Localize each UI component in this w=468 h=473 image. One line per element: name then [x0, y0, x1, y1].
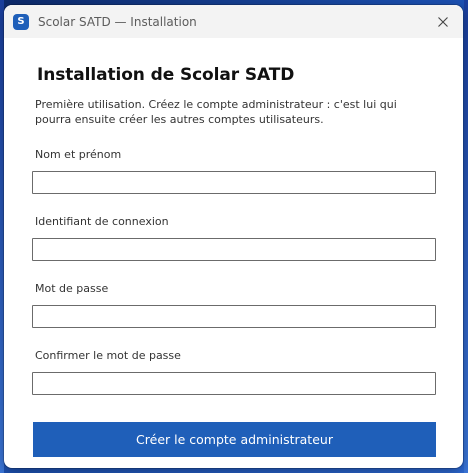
full-name-label: Nom et prénom — [35, 148, 122, 161]
full-name-input[interactable] — [32, 171, 436, 194]
login-id-label: Identifiant de connexion — [35, 215, 169, 228]
installation-window: S Scolar SATD — Installation Installatio… — [4, 5, 463, 468]
title-bar[interactable]: S Scolar SATD — Installation — [4, 5, 463, 38]
confirm-password-label: Confirmer le mot de passe — [35, 349, 181, 362]
create-admin-button[interactable]: Créer le compte administrateur — [33, 422, 436, 457]
intro-text: Première utilisation. Créez le compte ad… — [35, 98, 397, 126]
desktop-wallpaper-right — [464, 0, 468, 473]
app-icon: S — [13, 13, 29, 30]
full-name-field: Nom et prénom — [32, 148, 436, 194]
password-input[interactable] — [32, 305, 436, 328]
close-icon — [438, 16, 448, 27]
confirm-password-input[interactable] — [32, 372, 436, 395]
page-title: Installation de Scolar SATD — [37, 65, 295, 85]
password-label: Mot de passe — [35, 282, 109, 295]
login-id-field: Identifiant de connexion — [32, 215, 436, 261]
window-title: Scolar SATD — Installation — [38, 14, 197, 29]
close-button[interactable] — [423, 5, 463, 38]
confirm-password-field: Confirmer le mot de passe — [32, 349, 436, 395]
password-field: Mot de passe — [32, 282, 436, 328]
login-id-input[interactable] — [32, 238, 436, 261]
form-content: Installation de Scolar SATD Première uti… — [4, 65, 463, 457]
